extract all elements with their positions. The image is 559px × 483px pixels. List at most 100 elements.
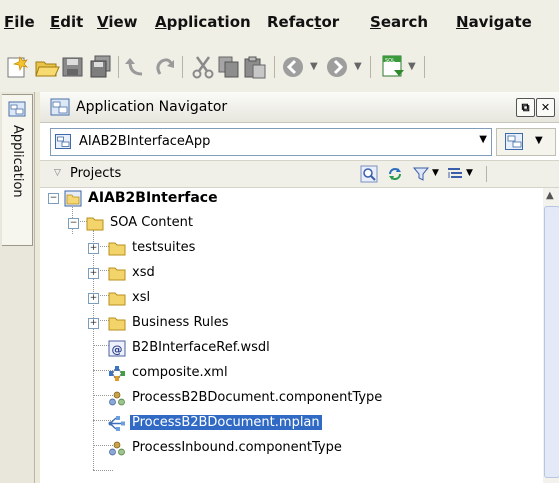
tree-item-label: ProcessInbound.componentType [132, 440, 342, 455]
tree-item-label: ProcessB2BDocument.componentType [132, 390, 383, 405]
navigator-title-bar: Application Navigator ⧉ ✕ [40, 92, 559, 123]
tree-item-label: B2BInterfaceRef.wsdl [132, 340, 270, 355]
restore-icon[interactable]: ⧉ [516, 98, 535, 117]
open-icon[interactable] [34, 54, 60, 80]
main-toolbar: ▼ ▼ SQL ▼ [0, 44, 559, 92]
tree-item-label: Business Rules [132, 315, 229, 330]
collapse-arrow-icon[interactable]: ▽ [54, 168, 61, 178]
application-navigator-icon [50, 98, 70, 116]
tree-item-business-rules[interactable]: + Business Rules [40, 313, 540, 335]
forward-icon[interactable] [324, 54, 350, 80]
component-type-icon [109, 391, 125, 406]
chevron-down-icon[interactable]: ▼ [479, 134, 487, 145]
tree-item-xsl[interactable]: + xsl [40, 288, 540, 310]
tree-item-aiab2binterface[interactable]: − AIAB2BInterface [40, 188, 540, 210]
toolbar-separator [182, 56, 183, 78]
tree-item-label: SOA Content [110, 215, 193, 230]
toolbar-separator [370, 56, 371, 78]
tree-item-label: composite.xml [132, 365, 228, 380]
folder-icon [108, 267, 126, 281]
expand-icon[interactable]: + [88, 243, 99, 254]
search-icon[interactable] [360, 165, 378, 183]
folder-icon [86, 217, 104, 231]
application-navigator-panel: Application Navigator ⧉ ✕ AIAB2BInterfac… [40, 92, 559, 483]
undo-icon[interactable] [124, 54, 150, 80]
tree-item-processinbound-componenttype[interactable]: ProcessInbound.componentType [40, 438, 540, 460]
tree-connector [93, 470, 113, 471]
expand-icon[interactable]: + [88, 268, 99, 279]
menu-navigate[interactable]: Navigate [456, 13, 532, 31]
application-menu-button[interactable]: ▼ [496, 128, 556, 156]
filter-icon[interactable] [412, 165, 430, 183]
vertical-scrollbar[interactable]: ▲ [543, 188, 559, 483]
cut-icon[interactable] [190, 54, 216, 80]
application-navigator-icon [8, 101, 26, 117]
tree-item-label: testsuites [132, 240, 196, 255]
application-icon [55, 134, 71, 149]
tab-application-label: Application [10, 125, 25, 198]
scrollbar-thumb[interactable] [544, 206, 559, 478]
tree-item-xsd[interactable]: + xsd [40, 263, 540, 285]
tab-application[interactable]: Application [2, 94, 33, 246]
composite-icon [109, 366, 125, 381]
toolbar-separator [118, 56, 119, 78]
sql-dropdown-icon[interactable]: ▼ [408, 61, 416, 72]
new-gallery-icon[interactable] [4, 54, 30, 80]
menu-search[interactable]: Search [370, 13, 428, 31]
expand-icon[interactable]: + [88, 293, 99, 304]
tree-item-b2binterfaceref-wsdl[interactable]: @ B2BInterfaceRef.wsdl [40, 338, 540, 360]
expand-icon[interactable]: + [88, 318, 99, 329]
component-type-icon [109, 441, 125, 456]
chevron-down-icon: ▼ [535, 135, 543, 146]
svg-text:@: @ [112, 343, 123, 356]
menu-application[interactable]: Application [155, 13, 251, 31]
tree-item-label: AIAB2BInterface [88, 190, 218, 206]
application-menu-icon [505, 133, 523, 150]
refresh-icon[interactable] [386, 165, 404, 183]
folder-icon [108, 317, 126, 331]
folder-icon [108, 292, 126, 306]
save-all-icon[interactable] [88, 54, 114, 80]
menu-view[interactable]: View [97, 13, 138, 31]
save-icon[interactable] [60, 54, 86, 80]
filter-dropdown-icon[interactable]: ▼ [432, 168, 439, 178]
mplan-icon [108, 416, 125, 431]
forward-dropdown-icon[interactable]: ▼ [354, 61, 362, 72]
tree-item-label: ProcessB2BDocument.mplan [130, 415, 322, 430]
paste-icon[interactable] [242, 54, 268, 80]
collapse-icon[interactable]: − [48, 193, 59, 204]
tree-item-label: xsl [132, 290, 151, 305]
toolbar-separator [424, 56, 425, 78]
collapse-icon[interactable]: − [68, 218, 79, 229]
tree-item-processb2bdocument-mplan[interactable]: ProcessB2BDocument.mplan [40, 413, 540, 435]
projects-label: Projects [70, 166, 122, 181]
project-icon [64, 190, 82, 207]
tree-item-processb2bdocument-componenttype[interactable]: ProcessB2BDocument.componentType [40, 388, 540, 410]
wsdl-icon: @ [108, 340, 126, 357]
tree-item-label: xsd [132, 265, 155, 280]
project-tree: − AIAB2BInterface − SOA Content + testsu… [40, 188, 540, 483]
copy-icon[interactable] [216, 54, 242, 80]
toolbar-separator [486, 166, 487, 182]
options-dropdown-icon[interactable]: ▼ [466, 168, 473, 178]
back-dropdown-icon[interactable]: ▼ [310, 61, 318, 72]
tree-item-soa-content[interactable]: − SOA Content [40, 213, 540, 235]
toolbar-separator [274, 56, 275, 78]
menu-refactor[interactable]: Refactor [267, 13, 339, 31]
tree-item-composite-xml[interactable]: composite.xml [40, 363, 540, 385]
svg-text:SQL: SQL [385, 58, 395, 64]
menu-edit[interactable]: Edit [50, 13, 83, 31]
sql-worksheet-icon[interactable]: SQL [380, 54, 406, 80]
sort-options-icon[interactable] [446, 165, 464, 183]
projects-header[interactable]: ▽ Projects ▼ ▼ [40, 160, 559, 188]
close-icon[interactable]: ✕ [536, 98, 555, 117]
redo-icon[interactable] [152, 54, 178, 80]
scroll-up-icon[interactable]: ▲ [546, 190, 554, 201]
back-icon[interactable] [280, 54, 306, 80]
folder-icon [108, 242, 126, 256]
menu-file[interactable]: File [4, 13, 35, 31]
application-selector[interactable]: AIAB2BInterfaceApp ▼ [50, 128, 492, 156]
menu-bar: File Edit View Application Refactor Sear… [0, 0, 559, 44]
application-selector-value: AIAB2BInterfaceApp [79, 134, 211, 149]
tree-item-testsuites[interactable]: + testsuites [40, 238, 540, 260]
